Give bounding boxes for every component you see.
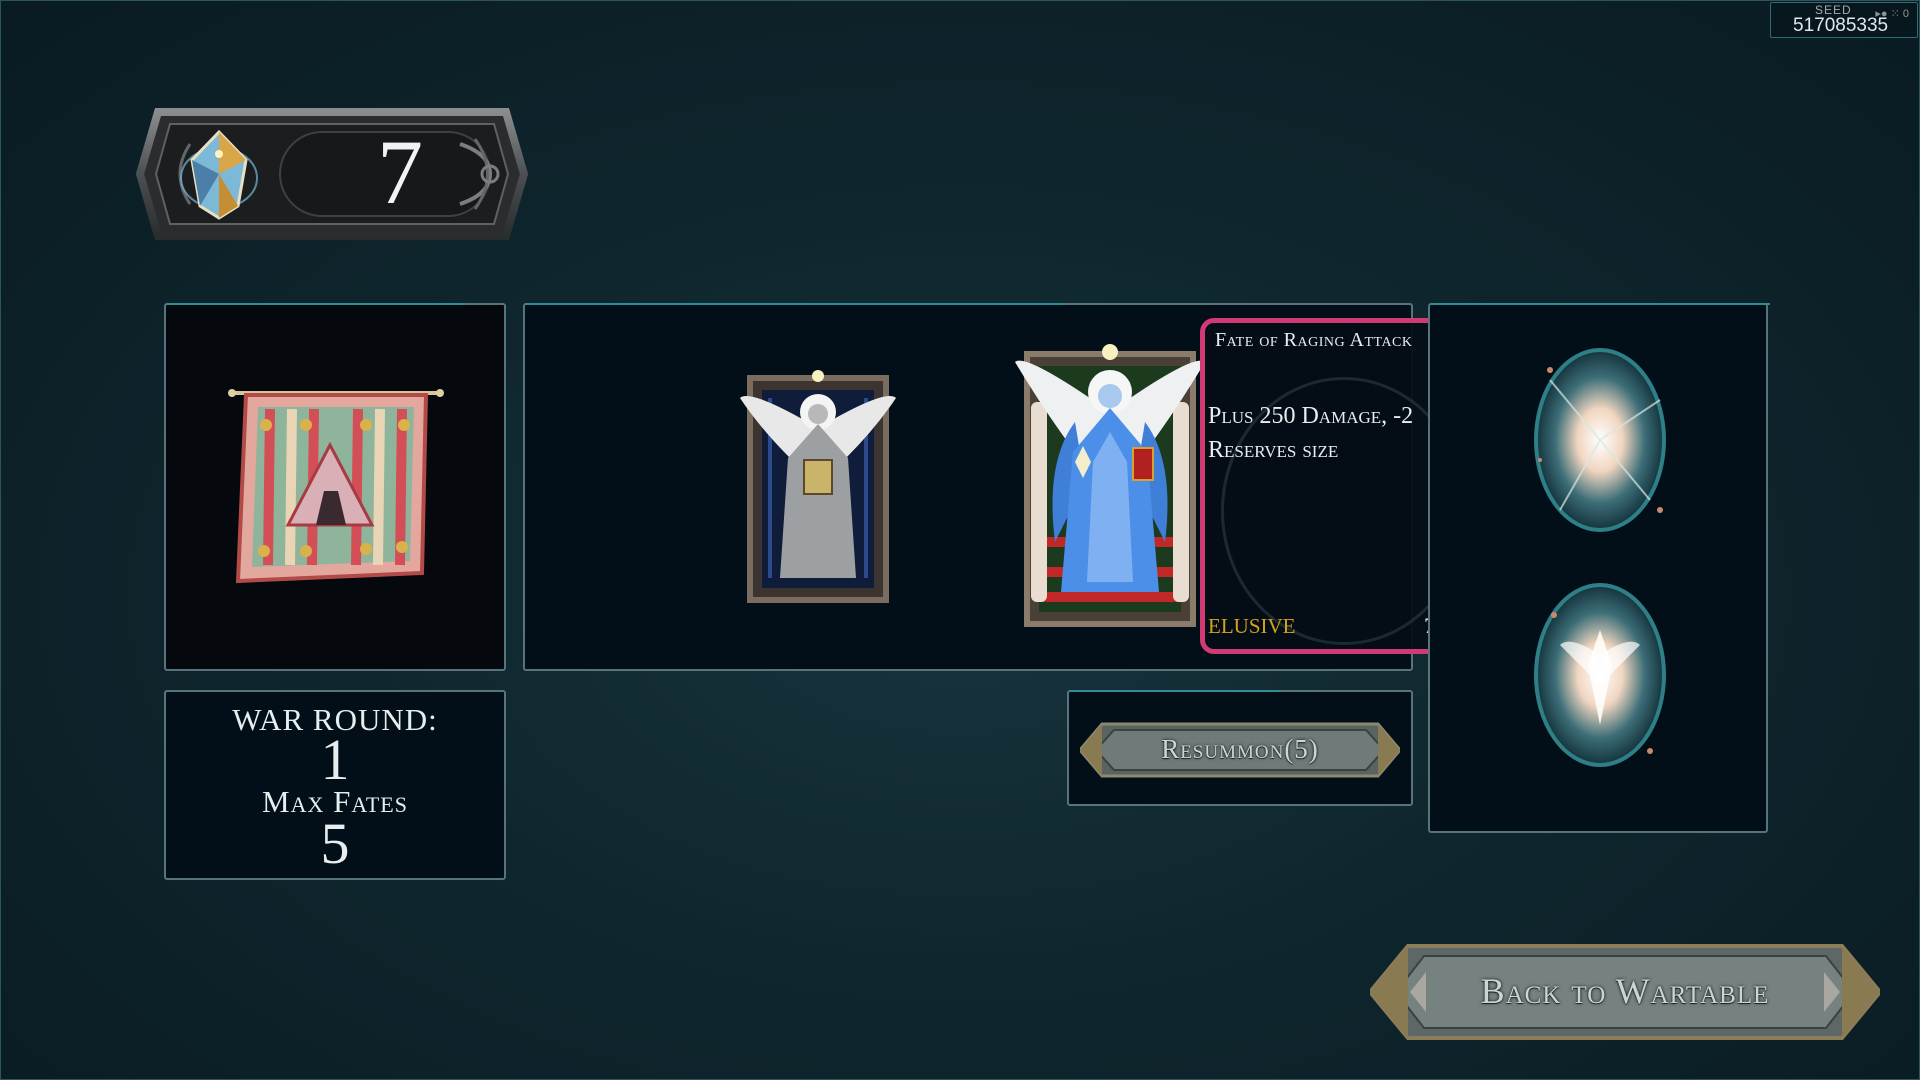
crystal-gem-icon bbox=[180, 129, 258, 220]
seed-display: SEED 517085335 ▸● ⁙ 0 bbox=[1770, 2, 1918, 38]
tooltip-title: Fate of Raging Attack bbox=[1215, 329, 1413, 351]
tooltip-type: ELUSIVE bbox=[1208, 614, 1296, 638]
back-to-wartable-label: Back to Wartable bbox=[1480, 971, 1770, 1011]
fate-orb-2[interactable] bbox=[1520, 575, 1680, 775]
fate-card-grey-angel[interactable] bbox=[740, 368, 896, 610]
fate-orb-1[interactable] bbox=[1520, 340, 1680, 540]
banner-panel bbox=[164, 303, 506, 671]
status-icons: ▸● ⁙ 0 bbox=[1875, 8, 1909, 20]
back-to-wartable-button[interactable]: Back to Wartable bbox=[1370, 944, 1880, 1040]
resummon-label: Resummon(5) bbox=[1161, 734, 1319, 764]
tapestry-banner-image bbox=[228, 389, 444, 584]
currency-plaque: 7 bbox=[130, 104, 534, 244]
fate-card-blue-angel[interactable] bbox=[1015, 342, 1205, 634]
resummon-button[interactable]: Resummon(5) bbox=[1080, 722, 1400, 778]
currency-value: 7 bbox=[377, 121, 423, 223]
seed-value: 517085335 bbox=[1793, 15, 1889, 36]
war-round-panel: WAR ROUND: 1 Max Fates 5 bbox=[164, 690, 506, 880]
max-fates-value: 5 bbox=[320, 811, 350, 876]
war-round-value: 1 bbox=[320, 727, 350, 792]
